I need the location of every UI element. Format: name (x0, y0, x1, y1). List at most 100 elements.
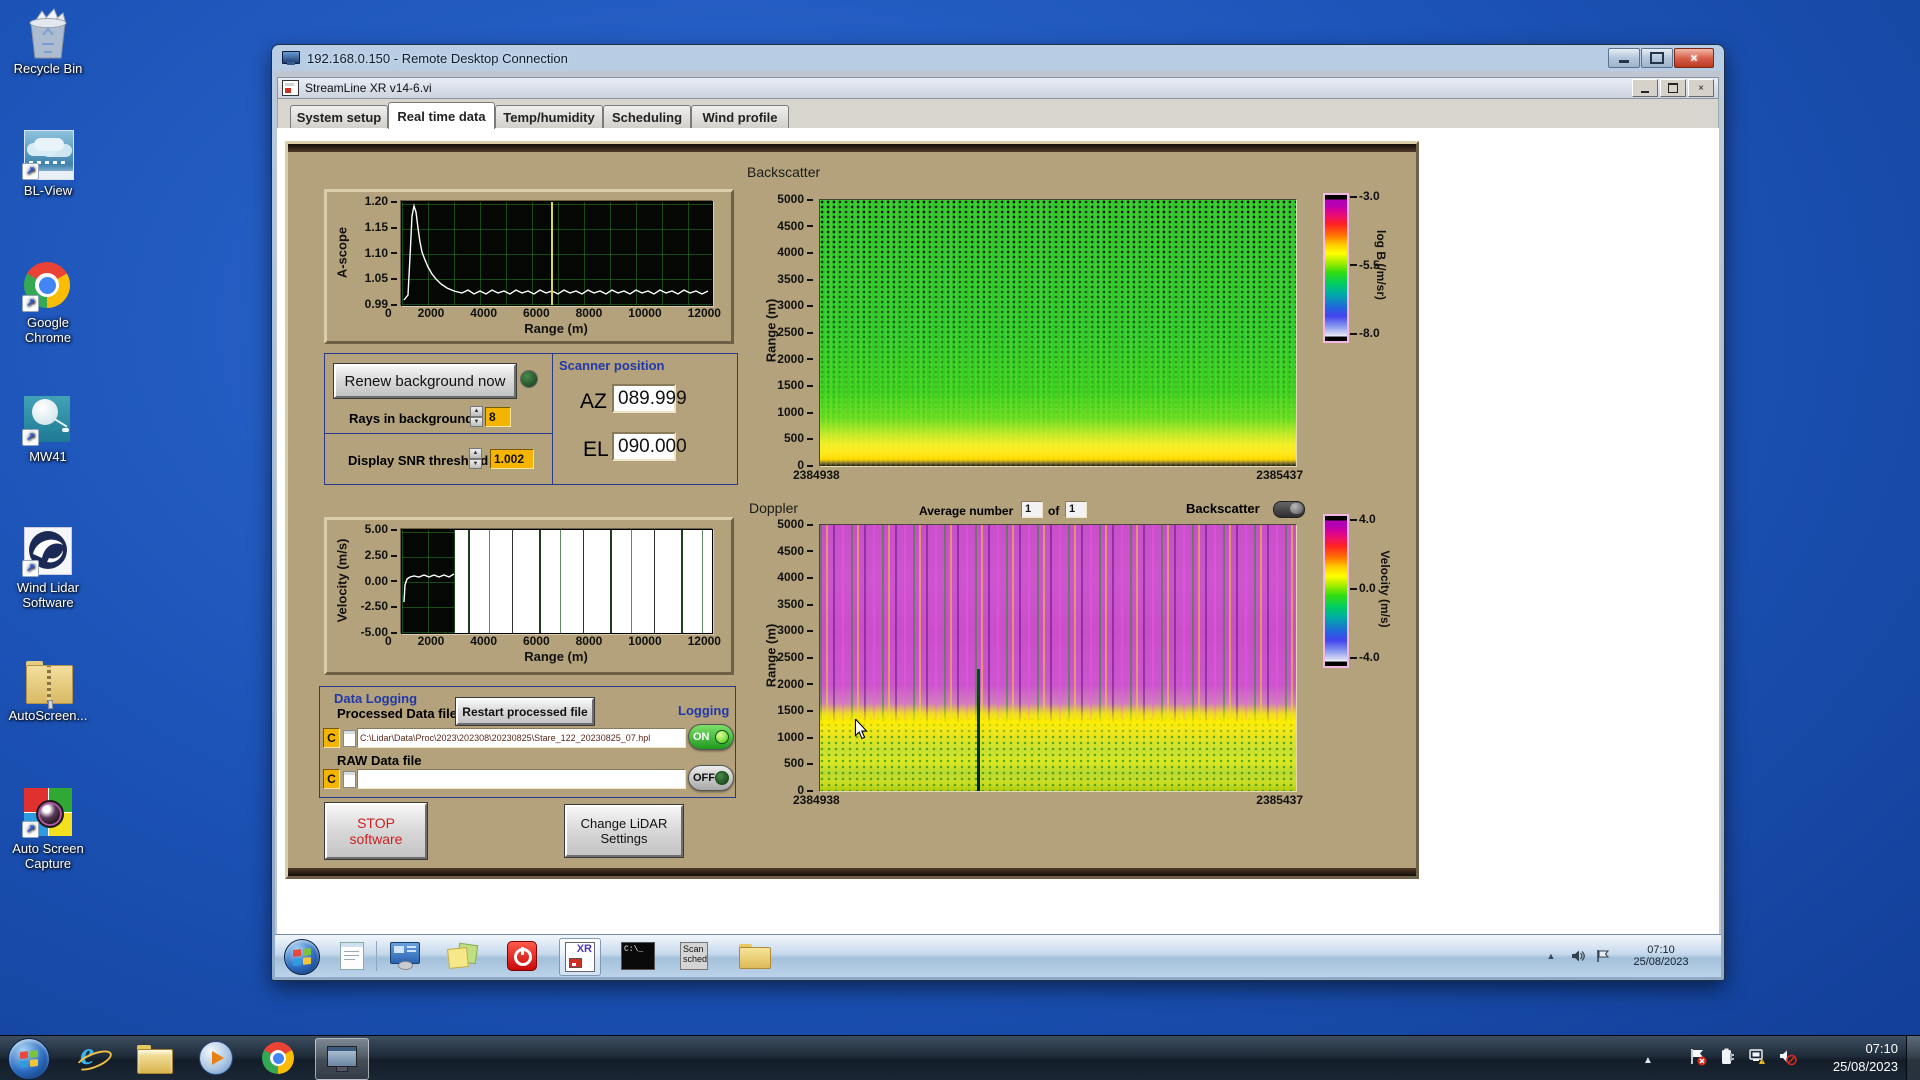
background-controls-box: Renew background now Rays in background … (324, 353, 738, 485)
session-volume-icon[interactable] (1568, 946, 1588, 966)
axis-tick: 1500 (777, 703, 813, 717)
desktop-icon-bl-view[interactable]: ↗ BL-View (0, 130, 96, 198)
rays-spinner[interactable]: ▲ ▼ (470, 406, 483, 427)
host-chrome-icon[interactable] (256, 1038, 300, 1078)
session-clock[interactable]: 07:10 25/08/2023 (1619, 938, 1703, 974)
desktop-icon-mw41[interactable]: ↗ MW41 (0, 396, 96, 464)
minimize-button[interactable] (1608, 48, 1640, 68)
session-sticky-notes-icon[interactable] (442, 938, 482, 974)
app-close-button[interactable]: × (1688, 79, 1714, 97)
processed-logging-toggle-on[interactable]: ON (688, 724, 734, 750)
bl-view-icon: ↗ (22, 130, 74, 180)
session-notepad-icon[interactable] (332, 938, 372, 974)
toggle-lens (715, 771, 729, 785)
host-clock[interactable]: 07:10 25/08/2023 (1802, 1040, 1898, 1076)
host-volume-muted-icon[interactable] (1778, 1047, 1798, 1067)
backscatter-x-ticks: 2384938 2385437 (793, 468, 1303, 482)
host-explorer-icon[interactable] (132, 1038, 176, 1078)
rays-value-field[interactable]: 8 (485, 407, 511, 427)
axis-tick: -3.0 (1350, 189, 1380, 203)
velocity-y-ticks: 5.00 2.50 0.00 -2.50 -5.00 (349, 522, 397, 639)
session-action-center-flag-icon[interactable] (1593, 946, 1613, 966)
axis-tick: 8000 (575, 306, 603, 320)
processed-drive-button[interactable]: C (323, 728, 340, 748)
tab-real-time-data[interactable]: Real time data (388, 102, 495, 129)
shortcut-arrow-icon: ↗ (22, 163, 39, 180)
host-network-icon[interactable]: ! (1748, 1047, 1768, 1067)
axis-tick: 10000 (628, 306, 662, 320)
host-action-center-flag-icon[interactable] (1688, 1047, 1708, 1067)
tab-temp-humidity[interactable]: Temp/humidity (495, 105, 603, 128)
snr-value-field[interactable]: 1.002 (490, 449, 534, 469)
raw-path-field[interactable] (357, 769, 686, 789)
restart-processed-label: Restart processed file (462, 704, 588, 719)
axis-tick: 2500 (777, 650, 813, 664)
session-tray-expand-icon[interactable]: ▲ (1541, 946, 1561, 966)
app-window-controls: × (1630, 79, 1714, 97)
session-start-button[interactable] (284, 939, 320, 975)
host-internet-explorer-icon[interactable]: e (70, 1035, 115, 1078)
stop-software-button[interactable]: STOP software (325, 803, 427, 859)
renew-background-label: Renew background now (344, 372, 506, 390)
desktop-icon-auto-screen-capture[interactable]: ↗ Auto Screen Capture (0, 788, 96, 871)
doppler-x-right: 2385437 (1256, 793, 1303, 807)
close-button[interactable]: × (1674, 48, 1714, 68)
axis-tick: 1000 (777, 405, 813, 419)
axis-tick: 2000 (777, 677, 813, 691)
mw41-icon: ↗ (22, 396, 72, 446)
change-lidar-settings-button[interactable]: Change LiDAR Settings (565, 805, 683, 857)
tab-wind-profile[interactable]: Wind profile (691, 105, 789, 128)
session-stop-app-icon[interactable] (502, 938, 542, 974)
show-desktop-button[interactable] (1906, 1036, 1920, 1080)
rdp-computer-icon (282, 50, 300, 66)
session-folder-icon[interactable] (734, 938, 774, 974)
doppler-colorbar-ticks: 4.0 0.0 -4.0 (1350, 512, 1380, 664)
app-restore-button[interactable] (1660, 79, 1686, 97)
desktop-icon-recycle-bin[interactable]: Recycle Bin (0, 8, 96, 76)
panel-bottom-strip (288, 868, 1416, 876)
az-value-field[interactable]: 089.999 (612, 384, 687, 413)
restart-processed-file-button[interactable]: Restart processed file (456, 698, 594, 725)
session-scan-scheduler-icon[interactable]: Scan sched (674, 938, 714, 974)
cmd-icon-label: C:\_ (621, 942, 655, 970)
velocity-y-axis-label: Velocity (m/s) (334, 538, 350, 623)
velocity-graph: Velocity (m/s) 5.00 2.50 0.00 -2.50 -5.00 02… (324, 517, 734, 675)
tab-scheduling[interactable]: Scheduling (603, 105, 691, 128)
snr-threshold-label: Display SNR threshold (348, 453, 489, 468)
desktop-icon-label: MW41 (29, 449, 67, 464)
desktop-icon-label: AutoScreen... (8, 708, 88, 723)
browse-file-icon[interactable] (343, 730, 356, 747)
raw-logging-toggle-off[interactable]: OFF (688, 765, 734, 791)
backscatter-colorbar (1323, 193, 1349, 343)
host-battery-icon[interactable] (1718, 1047, 1738, 1067)
processed-path-field[interactable]: C:\Lidar\Data\Proc\2023\202308\20230825\… (357, 728, 686, 748)
axis-tick: 5000 (777, 192, 813, 206)
tab-system-setup[interactable]: System setup (290, 105, 388, 128)
host-start-button[interactable] (8, 1038, 50, 1080)
raw-drive-button[interactable]: C (323, 769, 340, 789)
chrome-icon: ↗ (22, 262, 72, 312)
host-media-player-icon[interactable] (194, 1038, 238, 1078)
processed-data-file-label: Processed Data file (337, 706, 457, 721)
desktop-icon-autoscreen-zip[interactable]: AutoScreen... (0, 655, 96, 723)
session-streamline-xr-icon[interactable]: XR (559, 938, 601, 976)
browse-file-icon[interactable] (343, 771, 356, 788)
el-value-field[interactable]: 090.000 (612, 432, 687, 461)
backscatter-title: Backscatter (747, 164, 821, 180)
app-minimize-button[interactable] (1632, 79, 1658, 97)
renew-background-button[interactable]: Renew background now (334, 364, 516, 398)
host-remote-desktop-icon[interactable] (315, 1038, 369, 1080)
desktop-icon-wind-lidar[interactable]: ↗ Wind Lidar Software (0, 527, 96, 610)
doppler-x-left: 2384938 (793, 793, 840, 807)
backscatter-heatmap (819, 199, 1297, 467)
session-display-settings-icon[interactable] (385, 938, 425, 974)
desktop-icon-google-chrome[interactable]: ↗ Google Chrome (0, 262, 96, 345)
axis-tick: 6000 (522, 306, 550, 320)
host-tray-expand-icon[interactable]: ▲ (1638, 1050, 1658, 1070)
session-command-prompt-icon[interactable]: C:\_ (618, 938, 658, 974)
maximize-button[interactable] (1641, 48, 1673, 68)
axis-tick: 0 (385, 306, 392, 320)
snr-spinner[interactable]: ▲ ▼ (469, 448, 482, 469)
rdp-window: 192.168.0.150 - Remote Desktop Connectio… (272, 45, 1724, 980)
session-clock-date: 25/08/2023 (1633, 956, 1689, 968)
